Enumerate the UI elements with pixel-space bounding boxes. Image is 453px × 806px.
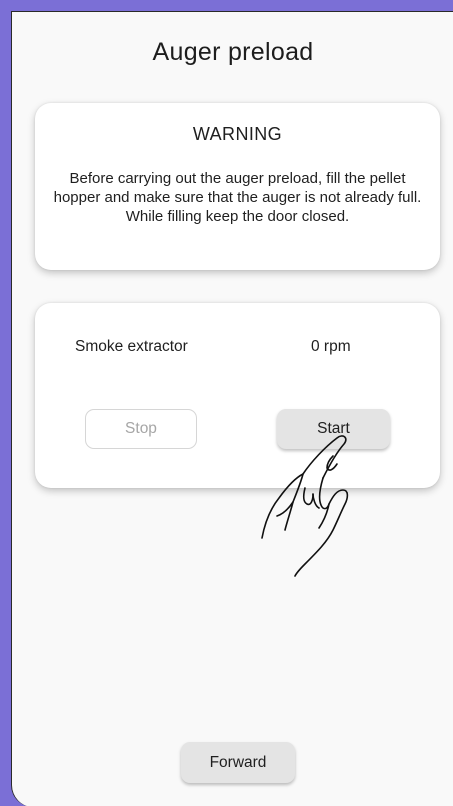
warning-title: WARNING: [192, 124, 283, 144]
forward-button[interactable]: Forward: [181, 742, 295, 783]
smoke-extractor-value: 0 rpm: [311, 338, 351, 355]
stop-button[interactable]: Stop: [85, 409, 197, 449]
smoke-extractor-label: Smoke extractor: [75, 338, 188, 355]
start-button[interactable]: Start: [277, 409, 390, 449]
smoke-extractor-card: Smoke extractor 0 rpm Stop Start: [35, 303, 440, 488]
device-frame: Auger preload WARNING Before carrying ou…: [0, 0, 453, 806]
warning-card: WARNING Before carrying out the auger pr…: [35, 103, 440, 270]
app-screen: Auger preload WARNING Before carrying ou…: [11, 11, 453, 806]
page-title: Auger preload: [152, 38, 314, 66]
warning-text: Before carrying out the auger preload, f…: [53, 170, 422, 225]
